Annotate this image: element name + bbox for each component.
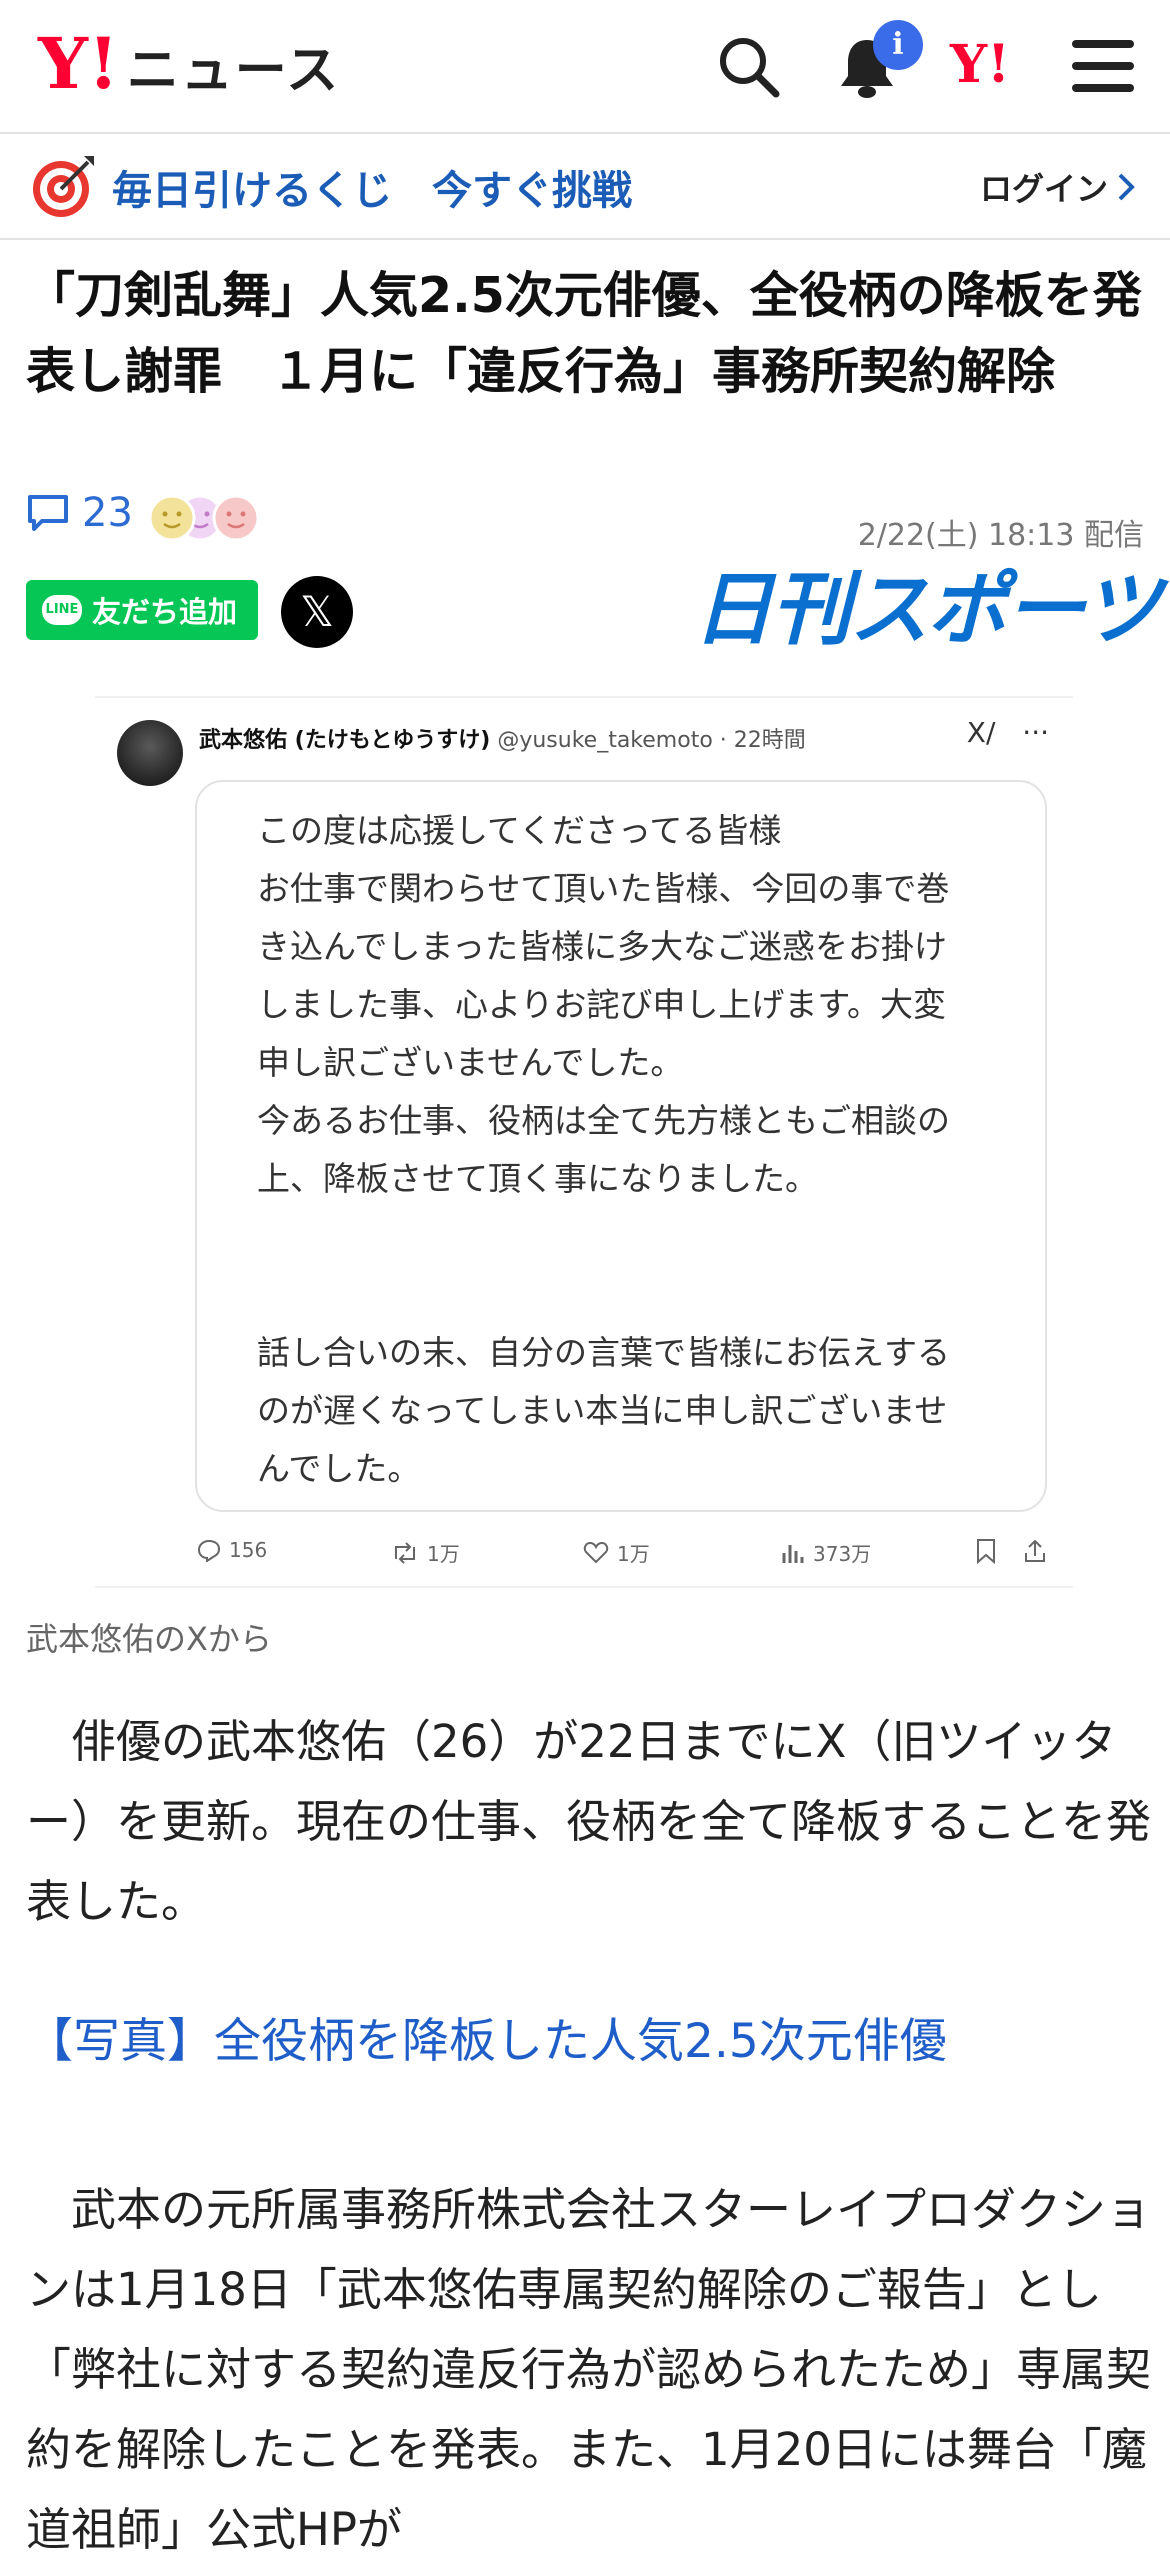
article-paragraph: 武本の元所属事務所株式会社スターレイプロダクションは1月18日「武本悠佑専属契約… — [26, 2183, 1152, 2556]
heart-icon — [583, 1541, 609, 1563]
campaign-banner[interactable]: 毎日引けるくじ 今すぐ挑戦 ログイン — [0, 134, 1170, 240]
article-meta: 23 2/22(土) 18:13 配信 — [26, 490, 1144, 553]
tweet-line: んでした。 — [257, 1449, 421, 1488]
retweet-count: 1万 — [427, 1542, 460, 1566]
line-button-label: 友だち追加 — [92, 595, 238, 629]
line-icon: LINE — [42, 595, 82, 625]
tweet-line: 話し合いの末、自分の言葉で皆様にお伝えする — [257, 1333, 950, 1372]
publish-date: 2/22(土) 18:13 配信 — [857, 518, 1144, 553]
retweet-stat: 1万 — [391, 1538, 460, 1567]
notification-badge: i — [873, 20, 923, 70]
image-caption: 武本悠佑のXから — [26, 1620, 272, 1658]
views-stat: 373万 — [781, 1538, 871, 1567]
bookmark-icon — [975, 1538, 997, 1564]
login-label: ログイン — [979, 170, 1108, 208]
views-icon — [782, 1544, 804, 1563]
photo-link[interactable]: 【写真】全役柄を降板した人気2.5次元俳優 — [26, 2002, 947, 2071]
search-icon[interactable] — [716, 34, 782, 104]
yahoo-icon[interactable]: Y! — [950, 34, 1010, 95]
retweet-icon — [395, 1541, 415, 1564]
reply-icon — [197, 1539, 221, 1562]
tweet-line: お仕事で関わらせて頂いた皆様、今回の事で巻 — [257, 869, 950, 908]
tweet-line: この度は応援してくださってる皆様 — [257, 811, 782, 850]
tweet-header: 武本悠佑 (たけもとゆうすけ) @yusuke_takemoto · 22時間 — [199, 722, 806, 754]
reply-count: 156 — [229, 1538, 268, 1562]
tweet-line: しました事、心よりお詫び申し上げます。大変 — [257, 985, 947, 1024]
tweet-line: 今あるお仕事、役柄は全て先方様ともご相談の — [257, 1101, 950, 1140]
logo-text: ニュース — [126, 41, 341, 101]
tweet-author-name: 武本悠佑 (たけもとゆうすけ) — [199, 728, 491, 753]
chevron-right-icon — [1118, 173, 1135, 201]
yahoo-news-logo[interactable]: Y! ニュース — [38, 28, 340, 103]
logo-mark: Y! — [38, 22, 119, 105]
top-header: Y! ニュース i Y! — [0, 0, 1170, 134]
campaign-text[interactable]: 毎日引けるくじ 今すぐ挑戦 — [112, 158, 632, 216]
tweet-line: 上、降板させて頂く事になりました。 — [257, 1159, 818, 1198]
tweet-screenshot[interactable]: 武本悠佑 (たけもとゆうすけ) @yusuke_takemoto · 22時間 … — [95, 696, 1073, 1588]
reply-stat: 156 — [197, 1538, 267, 1562]
more-icon: ··· — [1022, 716, 1049, 749]
x-share-button[interactable]: 𝕏 — [281, 576, 353, 648]
tweet-stats: 156 1万 1万 373万 — [95, 1528, 1073, 1578]
tweet-text-a: この度は応援してくださってる皆様 お仕事で関わらせて頂いた皆様、今回の事で巻 き… — [257, 802, 1009, 1208]
like-stat: 1万 — [583, 1538, 650, 1567]
comment-count: 23 — [82, 490, 133, 536]
grok-icon: X/ — [966, 716, 996, 749]
comment-icon — [28, 495, 68, 531]
target-icon — [30, 154, 96, 224]
views-count: 373万 — [813, 1542, 872, 1566]
tweet-text-box: この度は応援してくださってる皆様 お仕事で関わらせて頂いた皆様、今回の事で巻 き… — [195, 780, 1047, 1512]
article-paragraph: 俳優の武本悠佑（26）が22日までにX（旧ツイッター）を更新。現在の仕事、役柄を… — [26, 1715, 1152, 1928]
tweet-text-b: 話し合いの末、自分の言葉で皆様にお伝えする のが遅くなってしまい本当に申し訳ござ… — [257, 1324, 1009, 1498]
login-link[interactable]: ログイン — [980, 164, 1138, 210]
comment-link[interactable]: 23 — [26, 490, 133, 536]
reaction-faces[interactable] — [148, 492, 290, 548]
like-count: 1万 — [617, 1542, 650, 1566]
tweet-line: き込んでしまった皆様に多大なご迷惑をお掛け — [257, 927, 948, 966]
avatar — [117, 720, 183, 786]
tweet-line: のが遅くなってしまい本当に申し訳ございませ — [257, 1391, 948, 1430]
share-icon — [1023, 1538, 1047, 1564]
article-title: 「刀剣乱舞」人気2.5次元俳優、全役柄の降板を発表し謝罪 １月に「違反行為」事務… — [26, 267, 1142, 400]
tweet-meta: @yusuke_takemoto · 22時間 — [497, 728, 806, 753]
tweet-controls: X/ ··· — [967, 716, 1049, 749]
source-logo[interactable]: 日刊スポーツ — [693, 560, 1161, 660]
line-add-friend-button[interactable]: LINE 友だち追加 — [26, 580, 258, 640]
tweet-line: 申し訳ございませんでした。 — [257, 1043, 684, 1082]
menu-icon[interactable] — [1072, 38, 1134, 98]
